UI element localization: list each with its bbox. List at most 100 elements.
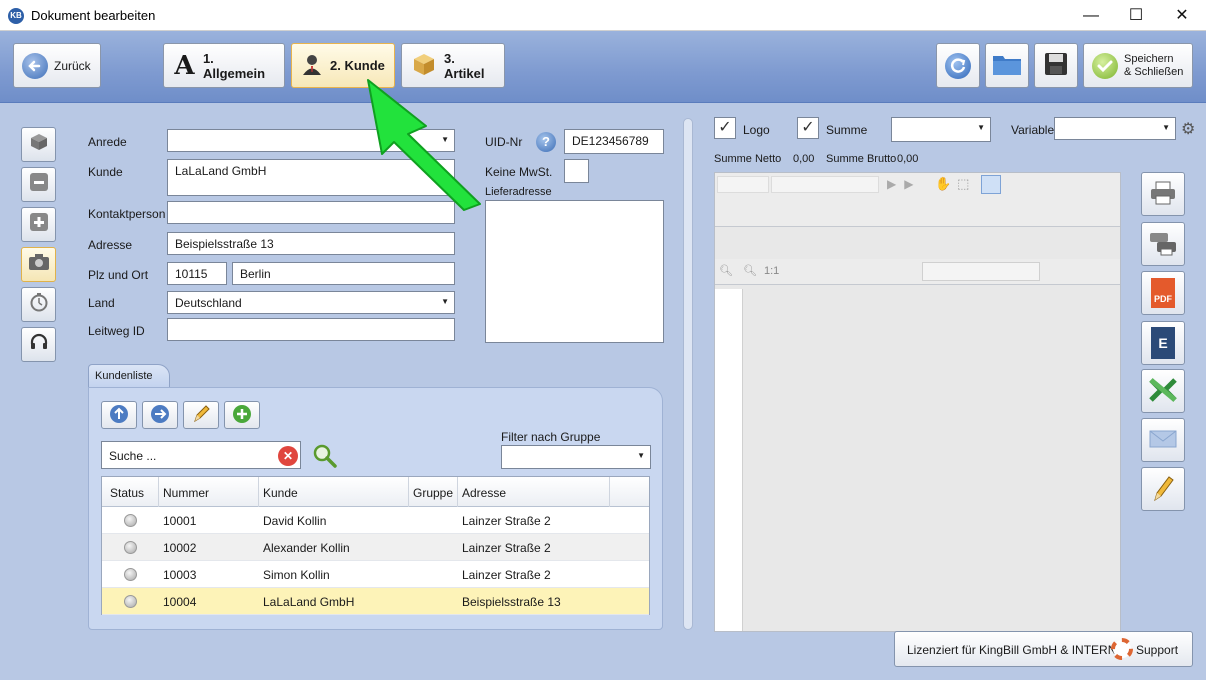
lieferadresse-field[interactable] [485,200,664,343]
summe-brutto-label: Summe Brutto [826,153,897,165]
summe-select[interactable] [891,117,991,142]
tab-allgemein[interactable]: A 1. Allgemein [163,43,285,88]
ort-field[interactable]: Berlin [232,262,455,285]
save-close-label-2: & Schließen [1124,65,1184,78]
summe-netto-label: Summe Netto [714,153,782,165]
column-header-status[interactable]: Status [110,486,144,500]
plus-circle-icon [232,404,252,427]
row-nummer: 10002 [163,541,197,555]
move-right-button[interactable] [142,401,178,429]
row-kunde: David Kollin [263,514,327,528]
help-icon[interactable]: ? [536,132,556,152]
edit-report-button[interactable] [1141,467,1185,511]
maximize-button[interactable]: ☐ [1113,0,1159,31]
side-plus-button[interactable] [21,207,56,242]
land-label: Land [88,296,115,310]
arrow-left-icon [22,52,48,79]
print-multi-button[interactable] [1141,222,1185,266]
filter-select[interactable] [501,445,651,469]
anrede-label: Anrede [88,135,127,149]
status-indicator [124,541,137,554]
preview-search[interactable] [922,262,1040,281]
side-camera-button[interactable] [21,247,56,282]
keine-mwst-checkbox[interactable] [564,159,589,183]
logo-checkbox[interactable]: ✓ [714,117,736,139]
hand-icon[interactable]: ✋⬚ [935,176,975,192]
search-input[interactable]: Suche ... [101,441,301,469]
logo-label: Logo [743,123,770,137]
keine-mwst-label: Keine MwSt. [485,165,553,179]
folder-icon [992,52,1022,79]
pencil-icon [191,404,211,427]
person-icon [300,52,324,79]
uid-field[interactable]: DE123456789 [564,129,664,154]
minimize-button[interactable]: — [1068,0,1114,31]
column-header-kunde[interactable]: Kunde [263,486,298,500]
side-minus-button[interactable] [21,167,56,202]
email-button[interactable] [1141,418,1185,462]
lifebuoy-icon [1111,638,1133,663]
nav-icons[interactable]: ▶▶ [887,177,921,191]
column-header-adresse[interactable]: Adresse [462,486,506,500]
plz-field[interactable]: 10115 [167,262,227,285]
preview-ruler [715,289,743,631]
e-invoice-button[interactable]: E [1141,321,1185,365]
camera-icon [28,252,50,277]
land-select[interactable]: Deutschland [167,291,455,314]
edit-button[interactable] [183,401,219,429]
support-link[interactable]: Support [1136,643,1178,657]
side-timer-button[interactable] [21,287,56,322]
zoom-out-icon[interactable]: 🔍︎ [743,264,757,277]
pdf-button[interactable]: PDF [1141,271,1185,315]
row-adresse: Beispielsstraße 13 [462,595,561,609]
zoom-100-label[interactable]: 1:1 [764,265,779,277]
column-header-gruppe[interactable]: Gruppe [413,486,453,500]
adresse-field[interactable]: Beispielsstraße 13 [167,232,455,255]
table-row[interactable]: 10003 Simon Kollin Lainzer Straße 2 [102,561,649,588]
folder-button[interactable] [985,43,1029,88]
row-nummer: 10003 [163,568,197,582]
panel-splitter[interactable] [683,118,693,630]
headset-icon [29,332,49,357]
save-close-label-1: Speichern [1124,52,1174,65]
gear-icon[interactable]: ⚙ [1181,119,1195,139]
row-nummer: 10004 [163,595,197,609]
close-button[interactable]: ✕ [1159,0,1205,31]
column-header-nummer[interactable]: Nummer [163,486,209,500]
back-button[interactable]: Zurück [13,43,101,88]
summe-label: Summe [826,123,868,137]
save-close-button[interactable]: Speichern & Schließen [1083,43,1193,88]
search-icon[interactable] [312,443,338,472]
kundenliste-tab[interactable]: Kundenliste [88,364,170,388]
row-kunde: Simon Kollin [263,568,330,582]
side-headset-button[interactable] [21,327,56,362]
preview-toolbar-1: ▶▶ ✋⬚ [715,173,1120,227]
license-bar: Lizenziert für KingBill GmbH & INTERN Su… [894,631,1193,667]
add-button[interactable] [224,401,260,429]
move-up-button[interactable] [101,401,137,429]
excel-button[interactable] [1141,369,1185,413]
clear-search-icon[interactable]: ✕ [278,446,298,466]
page-combo[interactable] [717,176,769,193]
table-row-selected[interactable]: 10004 LaLaLand GmbH Beispielsstraße 13 [102,588,649,615]
save-button[interactable] [1034,43,1078,88]
preview-toolbar-2: 🔍︎ 🔍︎ 1:1 [715,259,1120,285]
print-button[interactable] [1141,172,1185,216]
summe-checkbox[interactable]: ✓ [797,117,819,139]
report-combo[interactable] [771,176,879,193]
side-box-button[interactable] [21,127,56,162]
envelope-icon [1149,429,1177,452]
row-nummer: 10001 [163,514,197,528]
refresh-button[interactable] [936,43,980,88]
grid-header: Status Nummer Kunde Gruppe Adresse [102,477,649,507]
box-icon [29,132,49,157]
select-tool-icon[interactable] [981,175,1001,194]
status-indicator [124,595,137,608]
table-row[interactable]: 10001 David Kollin Lainzer Straße 2 [102,507,649,534]
variable-select[interactable] [1054,117,1176,140]
letter-a-icon: A [174,50,195,81]
timer-icon [29,292,49,317]
leitweg-field[interactable] [167,318,455,341]
zoom-in-icon[interactable]: 🔍︎ [719,264,733,277]
table-row[interactable]: 10002 Alexander Kollin Lainzer Straße 2 [102,534,649,561]
